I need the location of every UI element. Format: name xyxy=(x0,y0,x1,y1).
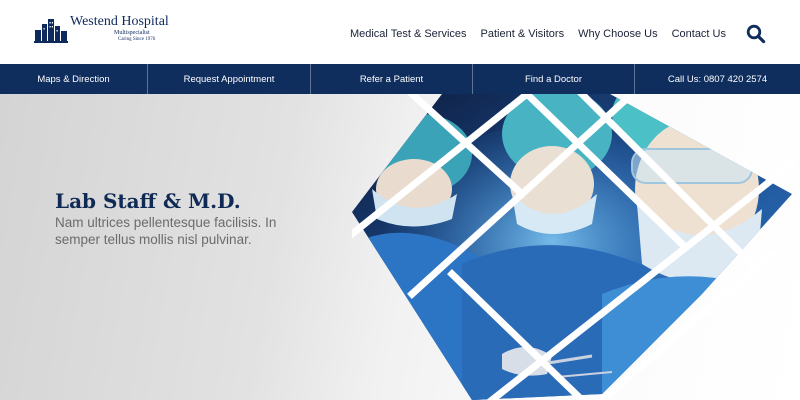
hero-banner: Lab Staff & M.D. Nam ultrices pellentesq… xyxy=(0,94,800,400)
hero-description: Nam ultrices pellentesque facilisis. In … xyxy=(55,215,277,247)
nav-contact-us[interactable]: Contact Us xyxy=(672,28,726,40)
site-header: Westend Hospital Multispecialist Caring … xyxy=(0,0,800,64)
search-icon xyxy=(746,24,766,44)
quicklink-maps-direction[interactable]: Maps & Direction xyxy=(0,64,148,94)
hospital-logo[interactable]: Westend Hospital Multispecialist Caring … xyxy=(34,14,174,48)
hero-title: Lab Staff & M.D. xyxy=(55,189,241,213)
nav-patient-visitors[interactable]: Patient & Visitors xyxy=(481,28,565,40)
brand-name: Westend Hospital xyxy=(70,14,169,29)
quicklink-find-doctor[interactable]: Find a Doctor xyxy=(473,64,635,94)
main-nav: Medical Test & Services Patient & Visito… xyxy=(350,24,766,44)
nav-why-choose-us[interactable]: Why Choose Us xyxy=(578,28,657,40)
quick-links-bar: Maps & Direction Request Appointment Ref… xyxy=(0,64,800,94)
quicklink-refer-patient[interactable]: Refer a Patient xyxy=(311,64,473,94)
brand-subtitle: Multispecialist xyxy=(114,30,150,36)
quicklink-call-us[interactable]: Call Us: 0807 420 2574 xyxy=(635,64,800,94)
nav-medical-test-services[interactable]: Medical Test & Services xyxy=(350,28,467,40)
quicklink-request-appointment[interactable]: Request Appointment xyxy=(148,64,311,94)
surgical-team-collage-image xyxy=(352,94,797,400)
brand-tagline: Caring Since 1976 xyxy=(118,37,156,42)
search-button[interactable] xyxy=(746,24,766,44)
hospital-skyline-icon xyxy=(34,19,68,43)
